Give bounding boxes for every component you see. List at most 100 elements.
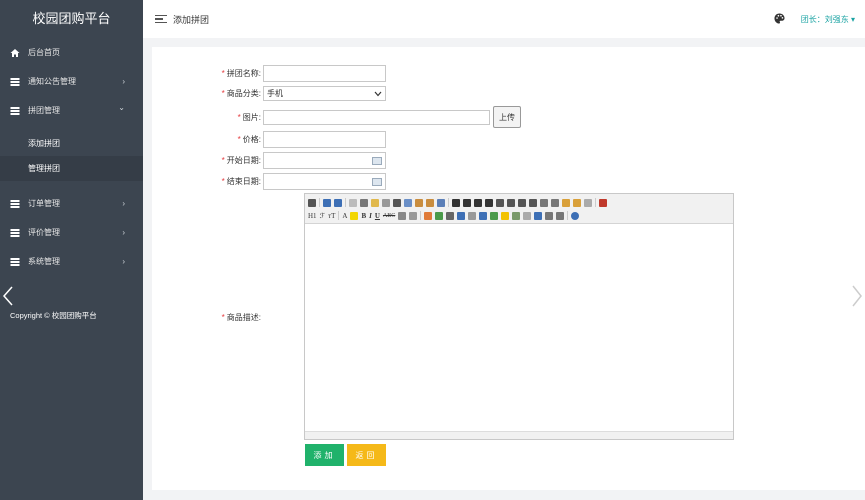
required-mark: *: [237, 135, 241, 144]
form-row-image: * 图片: 上传: [111, 106, 521, 128]
description-label: 商品描述:: [226, 313, 261, 322]
line-height-icon[interactable]: [398, 211, 407, 220]
paste-text-icon[interactable]: [426, 198, 434, 207]
code-icon[interactable]: [382, 198, 390, 207]
required-mark: *: [221, 69, 225, 78]
page-break-icon[interactable]: [523, 211, 532, 220]
help-icon[interactable]: [571, 211, 580, 220]
link-icon[interactable]: [545, 211, 554, 220]
print-icon[interactable]: [360, 198, 368, 207]
editor-toolbar: H1 ℱ тT A B I U ABC: [305, 194, 733, 224]
subscript-icon[interactable]: [540, 198, 548, 207]
strikethrough-icon[interactable]: ABC: [383, 213, 395, 219]
home-icon: [10, 48, 20, 57]
copy-icon[interactable]: [404, 198, 412, 207]
fullscreen-icon[interactable]: [599, 198, 607, 207]
app-title: 校园团购平台: [32, 11, 111, 26]
image-insert-icon[interactable]: [424, 211, 433, 220]
emoticon-icon[interactable]: [501, 211, 510, 220]
copyright: Copyright © 校园团购平台: [10, 311, 97, 320]
select-all-icon[interactable]: [573, 198, 581, 207]
chevron-down-icon: [374, 91, 382, 96]
sidebar-item-label: 拼团管理: [28, 106, 60, 115]
start-date-input[interactable]: [263, 152, 386, 169]
preview-icon[interactable]: [349, 198, 357, 207]
editor-content[interactable]: [305, 224, 733, 429]
sidebar-item-orders[interactable]: 订单管理 ›: [0, 189, 143, 218]
sidebar-item-dashboard[interactable]: 后台首页: [0, 38, 143, 67]
list-icon: [10, 77, 20, 86]
align-left-icon[interactable]: [452, 198, 460, 207]
sidebar-item-label: 订单管理: [28, 199, 60, 208]
font-color-icon[interactable]: A: [342, 212, 347, 220]
table-icon[interactable]: [479, 211, 488, 220]
align-center-icon[interactable]: [463, 198, 471, 207]
outdent-icon[interactable]: [529, 198, 537, 207]
italic-icon[interactable]: I: [369, 212, 372, 220]
palette-icon[interactable]: [774, 13, 785, 24]
add-button[interactable]: 添加: [305, 444, 344, 466]
template-icon[interactable]: [371, 198, 379, 207]
rich-text-editor[interactable]: H1 ℱ тT A B I U ABC: [304, 193, 734, 440]
font-family-dropdown[interactable]: ℱ: [320, 212, 326, 220]
ordered-list-icon[interactable]: [496, 198, 504, 207]
anchor-icon[interactable]: [534, 211, 543, 220]
watermark: CSDN @尚爱方学长: [740, 476, 859, 491]
user-menu[interactable]: 团长：刘强东 ▾: [801, 14, 855, 25]
back-button[interactable]: 返回: [347, 444, 386, 466]
price-input[interactable]: [263, 131, 386, 148]
chevron-right-icon[interactable]: [851, 284, 863, 308]
highlight-icon[interactable]: [350, 211, 359, 220]
redo-icon[interactable]: [334, 198, 342, 207]
required-mark: *: [221, 156, 225, 165]
clear-format-icon[interactable]: [562, 198, 570, 207]
superscript-icon[interactable]: [551, 198, 559, 207]
bold-icon[interactable]: B: [361, 212, 366, 220]
topbar: 添加拼团 团长：刘强东 ▾: [143, 0, 865, 38]
form-row-description: * 商品描述:: [111, 312, 263, 323]
sidebar-item-label: 后台首页: [28, 48, 60, 57]
align-justify-icon[interactable]: [485, 198, 493, 207]
unordered-list-icon[interactable]: [507, 198, 515, 207]
cursor-icon[interactable]: [584, 198, 592, 207]
underline-icon[interactable]: U: [375, 212, 380, 220]
image-input[interactable]: [263, 109, 490, 125]
multi-image-icon[interactable]: [435, 211, 444, 220]
sidebar-item-reviews[interactable]: 评价管理 ›: [0, 218, 143, 247]
form-row-category: * 商品分类: 手机: [111, 86, 386, 101]
sidebar-item-system[interactable]: 系统管理 ›: [0, 247, 143, 276]
menu-toggle-icon[interactable]: [155, 14, 167, 24]
unlink-icon[interactable]: [556, 211, 565, 220]
end-date-input[interactable]: [263, 173, 386, 190]
image-label: 图片:: [242, 112, 261, 122]
heading-dropdown[interactable]: H1: [308, 212, 317, 220]
flash-icon[interactable]: [446, 211, 455, 220]
editor-resize-bar[interactable]: [305, 431, 733, 439]
category-label: 商品分类:: [226, 89, 261, 98]
required-mark: *: [237, 112, 241, 122]
map-icon[interactable]: [512, 211, 521, 220]
font-size-dropdown[interactable]: тT: [328, 212, 335, 220]
form-row-price: * 价格:: [111, 131, 386, 148]
form-row-start-date: * 开始日期:: [111, 152, 386, 169]
source-icon[interactable]: [308, 198, 316, 207]
upload-button[interactable]: 上传: [493, 106, 521, 128]
indent-icon[interactable]: [518, 198, 526, 207]
calendar-icon[interactable]: [372, 177, 382, 186]
paste-word-icon[interactable]: [437, 198, 445, 207]
align-right-icon[interactable]: [474, 198, 482, 207]
paste-icon[interactable]: [415, 198, 423, 207]
attachment-icon[interactable]: [468, 211, 477, 220]
collapse-sidebar-icon[interactable]: [3, 286, 13, 306]
calendar-icon[interactable]: [372, 156, 382, 165]
name-input[interactable]: [263, 65, 386, 82]
category-select[interactable]: 手机: [263, 86, 386, 101]
cut-icon[interactable]: [393, 198, 401, 207]
insert-hr-icon[interactable]: [490, 211, 499, 220]
remove-format-icon[interactable]: [409, 211, 418, 220]
undo-icon[interactable]: [323, 198, 331, 207]
start-date-label: 开始日期:: [226, 156, 261, 165]
media-icon[interactable]: [457, 211, 466, 220]
list-icon: [10, 199, 20, 208]
sidebar-item-label: 通知公告管理: [28, 77, 76, 86]
